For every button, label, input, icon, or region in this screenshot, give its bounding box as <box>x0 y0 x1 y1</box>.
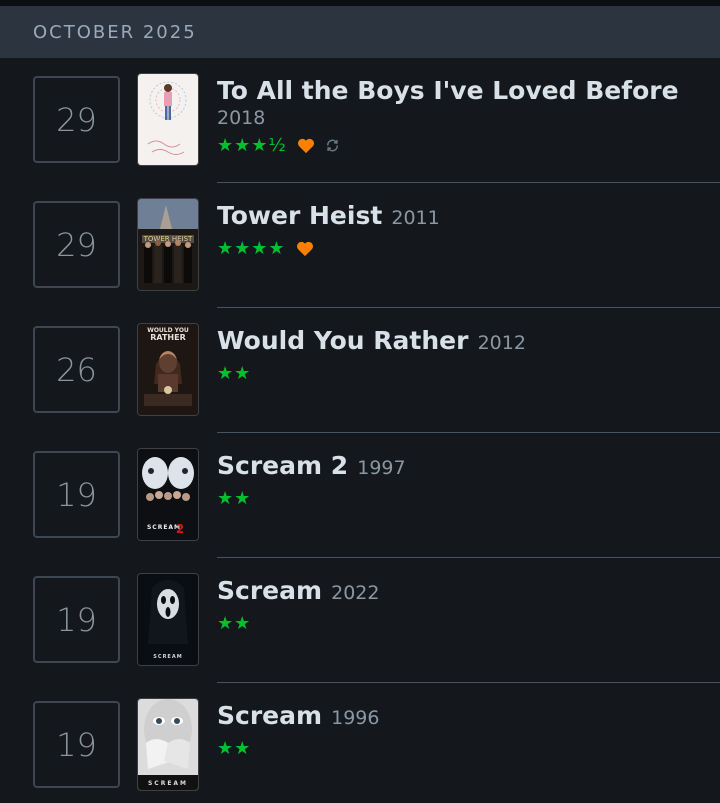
day-number[interactable]: 19 <box>33 576 120 663</box>
star-rating: ★★ <box>217 488 252 509</box>
svg-text:RATHER: RATHER <box>150 333 186 342</box>
film-title[interactable]: To All the Boys I've Loved Before <box>217 76 679 105</box>
film-title[interactable]: Would You Rather <box>217 326 468 355</box>
film-poster[interactable]: SCREAM 2 <box>138 449 198 540</box>
film-poster[interactable] <box>138 74 198 165</box>
diary-entry[interactable]: 26 WOULD YOU RATHER Would You Rather 201… <box>0 308 720 433</box>
diary-entry[interactable]: 19 SCREAM Scream 1996 ★★ <box>0 683 720 803</box>
month-header: OCTOBER 2025 <box>0 6 720 58</box>
star-rating: ★★★½ <box>217 135 287 156</box>
star-rating: ★★ <box>217 363 252 384</box>
film-year[interactable]: 2011 <box>391 207 439 229</box>
svg-text:SCREAM: SCREAM <box>148 780 188 787</box>
heart-icon <box>297 138 314 153</box>
star-rating: ★★ <box>217 613 252 634</box>
rewatch-icon <box>326 139 338 152</box>
diary-entry[interactable]: 29 To All the Boys I've Loved Before 201… <box>0 58 720 183</box>
film-poster[interactable]: TOWER HEIST <box>138 199 198 290</box>
diary-entry[interactable]: 19 SCREAM 2 Scream 2 1997 ★★ <box>0 433 720 558</box>
day-number[interactable]: 19 <box>33 701 120 788</box>
film-year[interactable]: 2018 <box>217 107 720 129</box>
day-number[interactable]: 29 <box>33 201 120 288</box>
film-poster[interactable]: WOULD YOU RATHER <box>138 324 198 415</box>
film-title[interactable]: Scream <box>217 701 322 730</box>
film-title[interactable]: Scream <box>217 576 322 605</box>
month-label: OCTOBER 2025 <box>33 21 197 43</box>
film-poster[interactable]: SCREAM <box>138 574 198 665</box>
film-title[interactable]: Tower Heist <box>217 201 382 230</box>
diary-entry[interactable]: 29 TOWER HEIST Tower Heist 2011 ★★★★ <box>0 183 720 308</box>
day-number[interactable]: 19 <box>33 451 120 538</box>
day-number[interactable]: 29 <box>33 76 120 163</box>
heart-icon <box>296 241 313 256</box>
film-year[interactable]: 2022 <box>331 582 379 604</box>
star-rating: ★★★★ <box>217 238 286 259</box>
film-year[interactable]: 1997 <box>357 457 405 479</box>
svg-text:2: 2 <box>176 522 184 536</box>
film-year[interactable]: 2012 <box>478 332 526 354</box>
film-title[interactable]: Scream 2 <box>217 451 348 480</box>
day-number[interactable]: 26 <box>33 326 120 413</box>
film-year[interactable]: 1996 <box>331 707 379 729</box>
svg-text:SCREAM: SCREAM <box>153 654 182 660</box>
star-rating: ★★ <box>217 738 252 759</box>
diary-entry[interactable]: 19 SCREAM Scream 2022 ★★ <box>0 558 720 683</box>
film-poster[interactable]: SCREAM <box>138 699 198 790</box>
